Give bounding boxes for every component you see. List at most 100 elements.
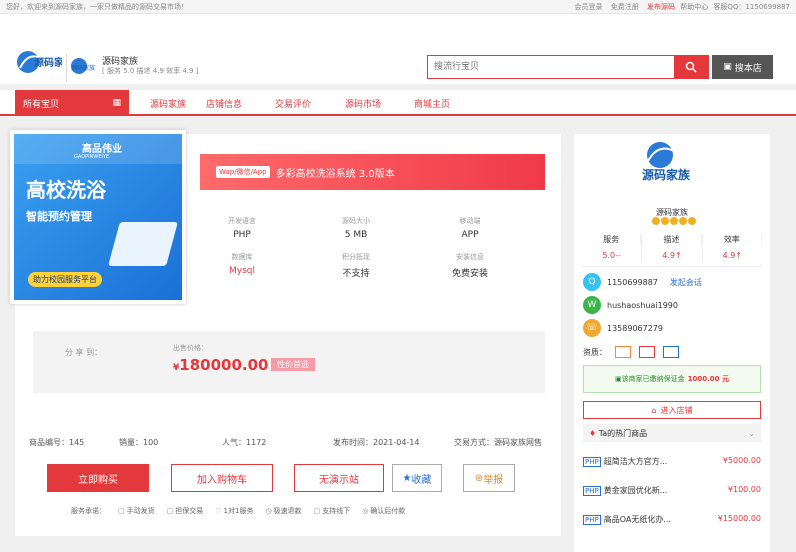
favorite-button[interactable]: ★ 收藏	[392, 464, 442, 492]
all-items-label: 所有宝贝	[23, 99, 60, 110]
spec-install: 安装信息 免费安装	[425, 252, 515, 279]
score-value: 4.9↑	[662, 251, 682, 260]
price-label: 出售价格：	[173, 344, 208, 352]
hot-item-price: ¥15000.00	[717, 514, 761, 523]
spec-points: 积分抵现 不支持	[311, 252, 401, 279]
promise-text: 1对1服务	[223, 507, 254, 515]
id-icon[interactable]	[639, 346, 655, 358]
cover-badge: 助力校园服务平台	[28, 272, 102, 287]
promise-item: ◎ 确认后付款	[362, 506, 405, 516]
spec-value: 免费安装	[451, 269, 488, 279]
register-link[interactable]: 免费注册	[611, 3, 639, 11]
buy-now-button[interactable]: 立即购买	[47, 464, 149, 492]
top-bar: 您好，欢迎来到源码家族，一家只做精品的源码交易市场！ 会员登录 免费注册 发布源…	[0, 0, 796, 14]
deposit-notice: ▣ 该商家已缴纳保证金 1000.00 元	[583, 365, 761, 393]
contact-phone: ☏ 13589067279	[583, 319, 663, 337]
shop-logo[interactable]: 源码家族	[640, 139, 702, 187]
info-code: 商品编号：145	[29, 438, 85, 447]
license-icon[interactable]	[615, 346, 631, 358]
phone-icon: ☏	[583, 319, 601, 337]
shop-logo-small[interactable]: 源码家族	[66, 54, 96, 82]
contact-wechat: Whushaoshuai1990	[583, 296, 678, 314]
svg-text:源码家族: 源码家族	[642, 167, 691, 182]
start-chat-link[interactable]: 发起会话	[670, 277, 702, 288]
shop-nav: 所有宝贝 ▦ 源码家族 店铺信息 交易评价 源码市场 商城主页	[0, 90, 796, 116]
spec-database: 数据库 Mysql	[197, 252, 287, 276]
service-promises: 服务承诺： ▢ 手动发货 ▢ 担保交易 ♡ 1对1服务 ◷ 极速退款 ▢ 支持线下 ◎ 确认…	[71, 506, 405, 516]
store-icon: ⌂	[651, 405, 657, 415]
price-value: ¥180000.00	[173, 356, 268, 374]
svg-text:源码家族: 源码家族	[71, 64, 95, 72]
heart-icon: ♡	[215, 507, 222, 515]
hot-item-price: ¥100.00	[727, 485, 761, 494]
spec-mobile: 移动端 APP	[425, 216, 515, 240]
nav-item-reviews[interactable]: 交易评价	[275, 97, 311, 110]
cover-headline: 高校洗浴	[26, 178, 106, 202]
nav-item-home[interactable]: 源码家族	[150, 97, 186, 110]
hot-products-header[interactable]: ♦ Ta的热门商品 ⌄	[583, 424, 761, 442]
add-to-cart-button[interactable]: 加入购物车	[171, 464, 273, 492]
spec-value: 5 MB	[344, 230, 368, 240]
score-value: 4.9↑	[722, 251, 743, 260]
wechat-icon: W	[583, 296, 601, 314]
publish-link[interactable]: 发布源码	[647, 3, 675, 11]
hot-item[interactable]: PHP 高品OA无纸化办... ¥15000.00	[583, 514, 761, 525]
crown-icon	[652, 217, 660, 225]
chevron-down-icon: ⌄	[748, 428, 755, 438]
promise-item: ◷ 极速退款	[265, 506, 301, 516]
search-button[interactable]	[674, 56, 708, 78]
price-box: 分 享 到： 出售价格： ¥180000.00 性价首选	[33, 331, 545, 393]
check-icon: ◎	[362, 507, 369, 515]
product-title: 多彩高校洗浴系统 3.0版本	[275, 168, 395, 180]
spec-label: 数据库	[231, 253, 253, 261]
contact-qq: Q 1150699887 发起会话	[583, 273, 702, 291]
shop-search-button[interactable]: ▣ 搜本店	[712, 55, 773, 79]
verified-icon[interactable]	[663, 346, 679, 358]
hot-item-name: 黄金家园优化新...	[603, 486, 668, 495]
spec-value: Mysql	[229, 266, 255, 276]
hot-title: ♦ Ta的热门商品	[589, 428, 647, 439]
search-input[interactable]	[428, 56, 674, 78]
spec-label: 源码大小	[342, 217, 370, 225]
score-efficiency: 效率 4.9↑	[703, 234, 762, 260]
price-tag: 性价首选	[271, 358, 315, 371]
qq-icon: Q	[583, 273, 601, 291]
hot-item-name: 高品OA无纸化办...	[603, 515, 671, 524]
all-items-tab[interactable]: 所有宝贝 ▦	[15, 90, 129, 116]
cover-brand-en: GAOPINWEIYE	[74, 154, 110, 160]
cover-brand: 高品伟业	[82, 144, 122, 155]
report-button[interactable]: ⊛ 举报	[463, 464, 515, 492]
shop-scores: 服务 5.0-- 描述 4.9↑ 效率 4.9↑	[582, 234, 762, 267]
login-link[interactable]: 会员登录	[575, 3, 603, 11]
nav-item-info[interactable]: 店铺信息	[206, 97, 242, 110]
info-sales: 销量：100	[119, 438, 159, 447]
help-link[interactable]: 帮助中心	[680, 3, 708, 11]
hot-item-tag: PHP	[583, 515, 601, 525]
info-popularity: 人气：1172	[222, 438, 267, 447]
hot-item[interactable]: PHP 黄金家园优化新... ¥100.00	[583, 485, 761, 496]
product-cover[interactable]: 高品伟业 GAOPINWEIYE 高校洗浴 智能预约管理 助力校园服务平台	[10, 130, 186, 304]
top-links: 会员登录 免费注册 发布源码 帮助中心 客服QQ：1150699887	[569, 2, 791, 12]
site-logo[interactable]: 源码家族	[14, 48, 75, 84]
score-label: 效率	[703, 234, 762, 245]
info-trade: 交易方式：源码家族网售	[454, 438, 542, 447]
nav-item-mall[interactable]: 商城主页	[414, 97, 450, 110]
truck-icon: ▢	[118, 507, 125, 515]
hot-item[interactable]: PHP 超简洁大方官方... ¥5000.00	[583, 456, 761, 467]
demo-site-button[interactable]: 无演示站	[294, 464, 384, 492]
hot-item-tag: PHP	[583, 457, 601, 467]
qualifications: 资质：	[583, 346, 679, 358]
store-icon: ▣	[723, 62, 732, 72]
price-amount: 180000.00	[179, 356, 269, 374]
qq-number: 1150699887	[607, 277, 658, 287]
enter-shop-label: 进入店铺	[660, 405, 693, 415]
star-icon: ★	[402, 472, 412, 484]
promise-text: 担保交易	[175, 507, 204, 515]
quals-label: 资质：	[583, 347, 607, 357]
wechat-id: hushaoshuai1990	[607, 300, 678, 310]
spec-value: APP	[461, 230, 479, 240]
nav-item-market[interactable]: 源码市场	[345, 97, 381, 110]
search-box	[427, 55, 709, 79]
spec-value: 不支持	[342, 269, 370, 279]
enter-shop-button[interactable]: ⌂ 进入店铺	[583, 401, 761, 419]
